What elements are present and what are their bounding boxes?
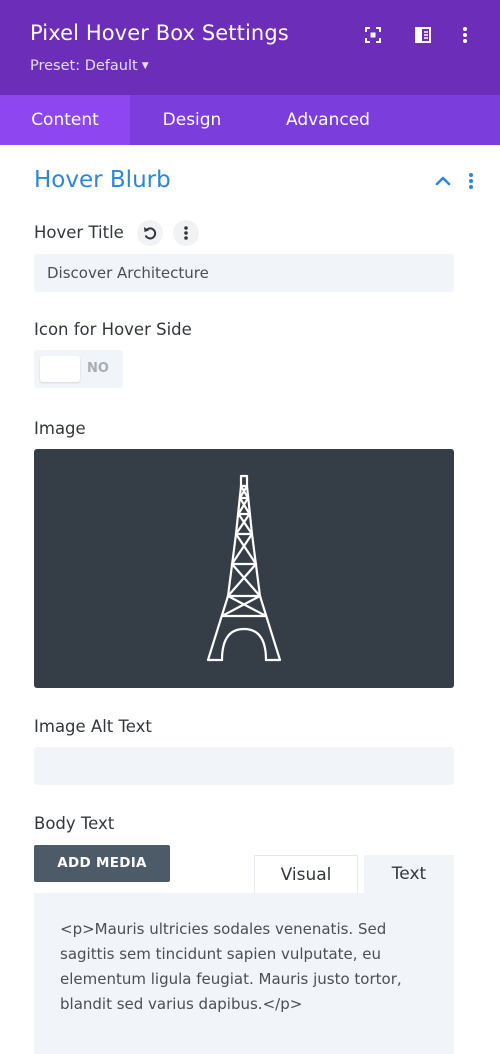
eiffel-tower-icon	[206, 474, 282, 662]
tab-content[interactable]: Content	[0, 95, 130, 145]
add-media-button[interactable]: ADD MEDIA	[34, 845, 170, 882]
hover-title-label: Hover Title	[34, 223, 124, 242]
icon-hover-side-label: Icon for Hover Side	[34, 320, 192, 339]
image-alt-text-input[interactable]	[34, 747, 454, 785]
more-vertical-icon[interactable]	[173, 220, 199, 246]
chevron-up-icon[interactable]	[432, 170, 454, 192]
caret-down-icon: ▼	[141, 61, 149, 71]
panel-title: Pixel Hover Box Settings	[30, 21, 289, 45]
editor-tab-text[interactable]: Text	[364, 855, 454, 893]
settings-tabs: Content Design Advanced	[0, 95, 500, 145]
sidebar-layout-icon[interactable]	[410, 22, 436, 48]
focus-icon[interactable]	[360, 22, 386, 48]
tab-advanced[interactable]: Advanced	[262, 95, 394, 145]
tab-design[interactable]: Design	[138, 95, 246, 145]
reset-icon[interactable]	[137, 220, 163, 246]
more-vertical-icon[interactable]	[464, 170, 478, 192]
editor-tab-visual[interactable]: Visual	[254, 855, 358, 893]
image-label: Image	[34, 419, 86, 438]
hover-title-input[interactable]: Discover Architecture	[34, 254, 454, 292]
toggle-knob	[40, 356, 80, 382]
body-text-label: Body Text	[34, 814, 115, 833]
image-alt-text-label: Image Alt Text	[34, 717, 152, 736]
icon-hover-side-toggle[interactable]: NO	[34, 350, 123, 388]
preset-selector[interactable]: Preset: Default ▼	[30, 58, 149, 74]
settings-header: Pixel Hover Box Settings Preset: Default…	[0, 0, 500, 95]
image-upload[interactable]	[34, 449, 454, 688]
more-vertical-icon[interactable]	[452, 22, 478, 48]
section-title[interactable]: Hover Blurb	[34, 167, 171, 193]
preset-label: Preset: Default	[30, 58, 138, 74]
body-text-editor[interactable]: <p>Mauris ultricies sodales venenatis. S…	[34, 893, 454, 1054]
toggle-state: NO	[87, 361, 109, 376]
